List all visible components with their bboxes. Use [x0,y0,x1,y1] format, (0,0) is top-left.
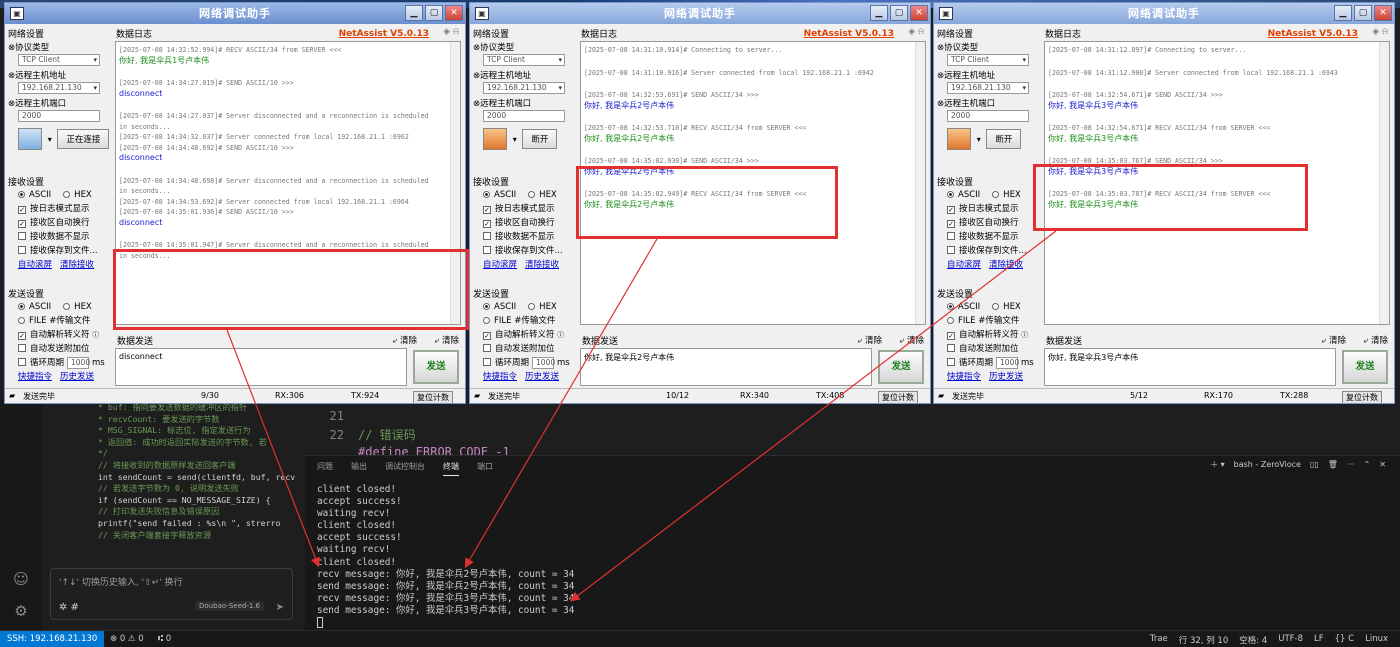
annotation-arrows [226,230,1057,602]
arrow-1 [226,329,320,568]
arrow-2 [464,238,658,569]
arrow-3 [570,230,1057,602]
